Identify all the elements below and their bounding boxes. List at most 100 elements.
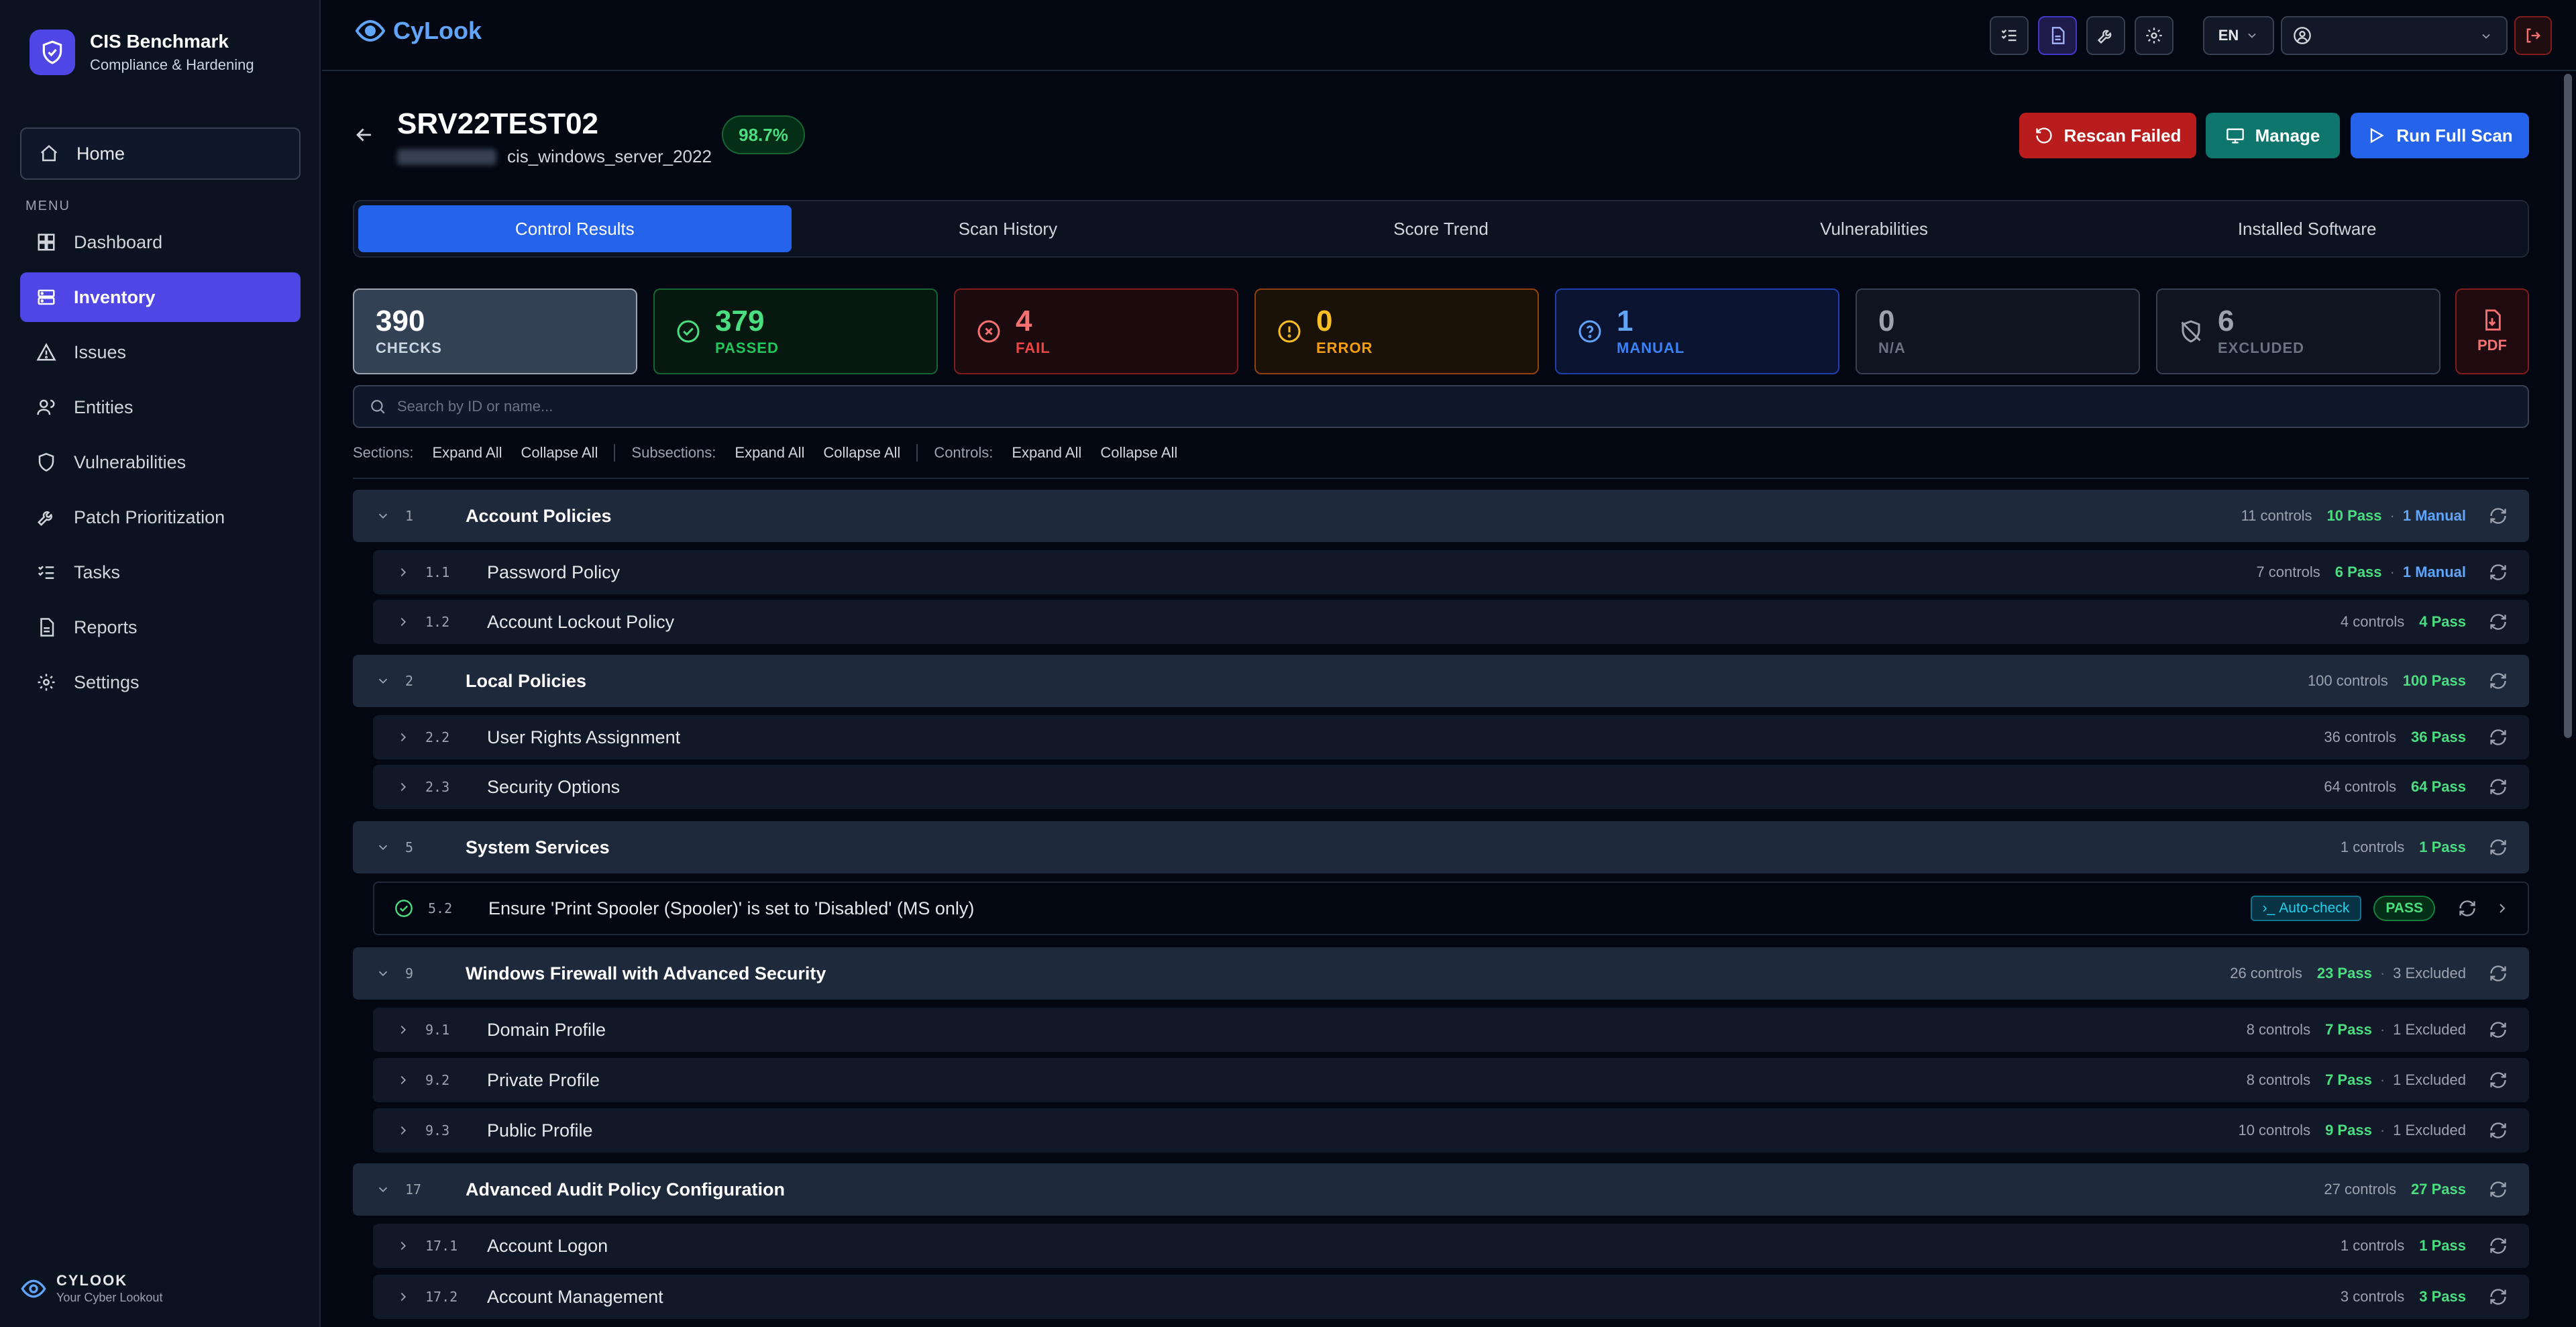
checklist-button[interactable] xyxy=(1990,16,2029,55)
tab-vulnerabilities[interactable]: Vulnerabilities xyxy=(1658,205,2091,252)
stat-card-na[interactable]: 0 N/A xyxy=(1856,288,2140,374)
controls-label: Controls: xyxy=(934,444,994,461)
tab-installed-software[interactable]: Installed Software xyxy=(2090,205,2524,252)
logout-button[interactable] xyxy=(2514,16,2552,55)
stat-passed-value: 379 xyxy=(715,305,765,337)
nav-item-label: Issues xyxy=(74,341,127,362)
eye-logo-icon xyxy=(21,1279,46,1297)
controls-collapse-all[interactable]: Collapse All xyxy=(1100,444,1177,462)
tab-score-trend[interactable]: Score Trend xyxy=(1224,205,1658,252)
language-select[interactable]: EN xyxy=(2203,16,2274,55)
subsections-expand-all[interactable]: Expand All xyxy=(735,444,804,462)
nav-item-issues[interactable]: Issues xyxy=(20,327,301,377)
control-row[interactable]: 5.2 Ensure 'Print Spooler (Spooler)' is … xyxy=(373,882,2529,935)
excluded-count: 1 Excluded xyxy=(2393,1071,2466,1088)
nav-item-label: Vulnerabilities xyxy=(74,452,186,472)
section-row[interactable]: 9 Windows Firewall with Advanced Securit… xyxy=(353,947,2529,1000)
stat-card-manual[interactable]: 1 MANUAL xyxy=(1555,288,1839,374)
logout-icon xyxy=(2526,28,2540,43)
refresh-icon[interactable] xyxy=(2489,672,2508,690)
tab-control-results[interactable]: Control Results xyxy=(358,205,792,252)
refresh-icon[interactable] xyxy=(2489,778,2508,796)
topbar: CyLook EN xyxy=(322,0,2576,71)
stat-card-excluded[interactable]: 6 EXCLUDED xyxy=(2156,288,2440,374)
back-arrow-icon[interactable] xyxy=(353,123,376,146)
pass-count: 23 Pass xyxy=(2316,965,2372,981)
page-scrollbar[interactable] xyxy=(2564,74,2572,738)
chevron-right-icon[interactable] xyxy=(2494,900,2510,916)
search-input[interactable] xyxy=(397,398,1739,415)
report-file-button[interactable] xyxy=(2038,16,2077,55)
tools-button[interactable] xyxy=(2086,16,2125,55)
subsection-row[interactable]: 9.3 Public Profile 10 controls 9 Pass · … xyxy=(373,1108,2529,1153)
stat-card-passed[interactable]: 379 PASSED xyxy=(653,288,938,374)
nav-item-reports[interactable]: Reports xyxy=(20,602,301,652)
refresh-icon[interactable] xyxy=(2489,964,2508,983)
nav-item-inventory[interactable]: Inventory xyxy=(20,272,301,322)
rescan-failed-button[interactable]: Rescan Failed xyxy=(2019,113,2196,158)
section-row[interactable]: 5 System Services 1 controls 1 Pass xyxy=(353,821,2529,873)
user-select[interactable] xyxy=(2281,16,2508,55)
monitor-icon xyxy=(2226,128,2244,144)
stat-na-value: 0 xyxy=(1878,305,1895,337)
dot-separator: · xyxy=(2379,1071,2385,1088)
footer-title: CYLOOK xyxy=(56,1272,128,1289)
refresh-icon[interactable] xyxy=(2489,728,2508,747)
chevron-down-icon xyxy=(378,845,388,851)
stat-card-fail[interactable]: 4 FAIL xyxy=(954,288,1238,374)
subsection-row[interactable]: 9.2 Private Profile 8 controls 7 Pass · … xyxy=(373,1058,2529,1102)
chevron-down-icon xyxy=(2482,34,2490,39)
chevron-right-icon xyxy=(400,568,407,577)
refresh-icon[interactable] xyxy=(2489,563,2508,582)
refresh-icon[interactable] xyxy=(2489,613,2508,631)
section-row[interactable]: 1 Account Policies 11 controls 10 Pass ·… xyxy=(353,490,2529,542)
nav-item-dashboard[interactable]: Dashboard xyxy=(20,217,301,267)
pass-count: 9 Pass xyxy=(2325,1122,2372,1138)
subsection-row[interactable]: 9.1 Domain Profile 8 controls 7 Pass · 1… xyxy=(373,1008,2529,1052)
tab-scan-history[interactable]: Scan History xyxy=(792,205,1225,252)
subsections-collapse-all[interactable]: Collapse All xyxy=(823,444,900,462)
subsection-row[interactable]: 1.1 Password Policy 7 controls 6 Pass · … xyxy=(373,550,2529,594)
subsection-number: 1.2 xyxy=(425,614,450,630)
check-circle-icon xyxy=(677,320,700,343)
sections-expand-all[interactable]: Expand All xyxy=(433,444,502,462)
pdf-export-button[interactable]: PDF xyxy=(2455,288,2529,374)
pass-count: 3 Pass xyxy=(2419,1288,2466,1305)
section-title: Windows Firewall with Advanced Security xyxy=(466,963,826,984)
subsection-row[interactable]: 17.1 Account Logon 1 controls 1 Pass xyxy=(373,1224,2529,1268)
nav-item-label: Entities xyxy=(74,396,133,417)
controls-count: 64 controls xyxy=(2324,778,2397,795)
refresh-icon[interactable] xyxy=(2489,1020,2508,1039)
nav-item-settings[interactable]: Settings xyxy=(20,657,301,707)
section-row[interactable]: 17 Advanced Audit Policy Configuration 2… xyxy=(353,1163,2529,1216)
settings-button[interactable] xyxy=(2135,16,2174,55)
nav-item-patch-prioritization[interactable]: Patch Prioritization xyxy=(20,492,301,542)
nav-item-entities[interactable]: Entities xyxy=(20,382,301,432)
cylook-logo[interactable]: CyLook xyxy=(353,15,482,47)
chevron-down-icon xyxy=(378,971,388,977)
subsection-row[interactable]: 2.3 Security Options 64 controls 64 Pass xyxy=(373,765,2529,809)
file-download-icon xyxy=(2485,309,2501,331)
subsection-row[interactable]: 2.2 User Rights Assignment 36 controls 3… xyxy=(373,715,2529,759)
refresh-icon[interactable] xyxy=(2489,1180,2508,1199)
controls-expand-all[interactable]: Expand All xyxy=(1012,444,1081,462)
refresh-icon[interactable] xyxy=(2489,1121,2508,1140)
section-row[interactable]: 2 Local Policies 100 controls 100 Pass xyxy=(353,655,2529,707)
section-title: System Services xyxy=(466,837,610,857)
stat-card-error[interactable]: 0 ERROR xyxy=(1254,288,1539,374)
refresh-icon[interactable] xyxy=(2458,899,2477,918)
refresh-icon[interactable] xyxy=(2489,838,2508,857)
subsection-row[interactable]: 17.2 Account Management 3 controls 3 Pas… xyxy=(373,1275,2529,1319)
refresh-icon[interactable] xyxy=(2489,1236,2508,1255)
sections-collapse-all[interactable]: Collapse All xyxy=(521,444,598,462)
stat-card-checks[interactable]: 390 CHECKS xyxy=(353,288,637,374)
subsection-row[interactable]: 1.2 Account Lockout Policy 4 controls 4 … xyxy=(373,600,2529,644)
nav-home[interactable]: Home xyxy=(20,127,301,180)
nav-item-tasks[interactable]: Tasks xyxy=(20,547,301,597)
refresh-icon[interactable] xyxy=(2489,1287,2508,1306)
refresh-icon[interactable] xyxy=(2489,507,2508,525)
manage-button[interactable]: Manage xyxy=(2206,113,2340,158)
run-full-scan-button[interactable]: Run Full Scan xyxy=(2351,113,2529,158)
refresh-icon[interactable] xyxy=(2489,1071,2508,1090)
nav-item-vulnerabilities[interactable]: Vulnerabilities xyxy=(20,437,301,487)
